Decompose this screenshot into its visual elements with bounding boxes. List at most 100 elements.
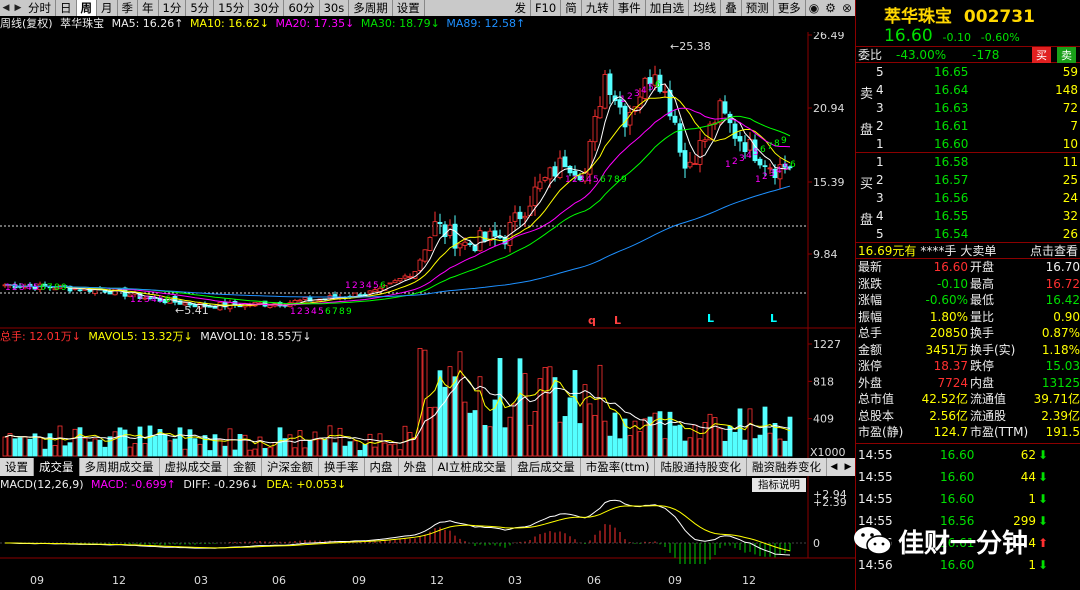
candle: [512, 212, 518, 222]
tab-left-icon[interactable]: ◀: [827, 458, 841, 476]
volume-bar: [342, 445, 348, 457]
bid-row-2[interactable]: 2 16.57 25: [856, 171, 1080, 189]
indicator-tab-0[interactable]: 设置: [0, 458, 34, 476]
seq-label: 8: [339, 307, 345, 317]
volume-bar: [222, 445, 228, 457]
candle: [682, 150, 688, 169]
ask-row-2[interactable]: 2 16.61 7: [856, 117, 1080, 135]
eye-icon[interactable]: ◉: [806, 1, 822, 15]
ma30-label: MA30: 18.79↓: [360, 17, 440, 30]
tool-btn-6[interactable]: 均线: [689, 0, 722, 16]
bid-row-5[interactable]: 5 16.54 26: [856, 225, 1080, 243]
volume-bar: [787, 416, 793, 457]
period-btn-10[interactable]: 60分: [284, 0, 320, 16]
volume-bar: [437, 370, 443, 457]
volume-bar: [377, 433, 383, 457]
tool-btn-9[interactable]: 更多: [774, 0, 806, 16]
period-btn-8[interactable]: 15分: [214, 0, 250, 16]
tool-btn-2[interactable]: 简: [561, 0, 582, 16]
seq-label: 5: [158, 295, 164, 305]
volume-bar: [52, 445, 58, 457]
period-btn-1[interactable]: 日: [56, 0, 77, 16]
buy-button[interactable]: 买: [1032, 46, 1051, 63]
watermark: 佳财一分钟: [852, 520, 1057, 562]
period-btn-0[interactable]: 分时: [24, 0, 56, 16]
time-tick: 12: [112, 574, 126, 587]
volume-bar: [302, 447, 308, 457]
tool-btn-0[interactable]: 发: [510, 0, 531, 16]
volume-bar: [562, 416, 568, 457]
seq-label: 1: [620, 95, 626, 105]
volume-bar: [612, 412, 618, 457]
candle: [212, 306, 218, 309]
period-btn-12[interactable]: 多周期: [349, 0, 393, 16]
arrow-down-icon: ⬇: [1037, 491, 1048, 506]
indicator-tab-9[interactable]: AI立桩成交量: [433, 458, 513, 476]
tool-btn-1[interactable]: F10: [531, 0, 562, 16]
period-btn-5[interactable]: 年: [138, 0, 159, 16]
candle: [292, 300, 298, 304]
bid-row-3[interactable]: 3 16.56 24: [856, 189, 1080, 207]
stat-row: 涨幅 -0.60% 最低 16.42: [858, 293, 1080, 307]
period-btn-6[interactable]: 1分: [159, 0, 187, 16]
indicator-tab-6[interactable]: 换手率: [319, 458, 365, 476]
volume-bar: [262, 448, 268, 457]
volume-bar: [107, 436, 113, 457]
period-btn-11[interactable]: 30s: [320, 0, 350, 16]
indicator-tab-12[interactable]: 陆股通持股变化: [655, 458, 747, 476]
scroll-left-icon[interactable]: ◀: [0, 3, 12, 13]
kline-chart[interactable]: 26.4920.9415.399.84←25.38←5.411 2 3 4 5 6 7 8 91…: [0, 32, 855, 590]
ask-row-3[interactable]: 3 16.63 72: [856, 99, 1080, 117]
period-btn-9[interactable]: 30分: [249, 0, 285, 16]
tool-btn-4[interactable]: 事件: [614, 0, 646, 16]
indicator-tab-7[interactable]: 内盘: [365, 458, 399, 476]
volume-bar: [752, 438, 758, 457]
ask-row-5[interactable]: 5 16.65 59: [856, 63, 1080, 81]
indicator-tab-4[interactable]: 金额: [228, 458, 262, 476]
volume-bar: [337, 427, 343, 457]
marker: q: [588, 314, 596, 327]
tool-btn-8[interactable]: 预测: [742, 0, 774, 16]
period-btn-7[interactable]: 5分: [186, 0, 215, 16]
bid-row-4[interactable]: 4 16.55 32: [856, 207, 1080, 225]
indicator-tab-3[interactable]: 虚拟成交量: [160, 458, 228, 476]
volume-bar: [527, 424, 533, 457]
indicator-tab-5[interactable]: 沪深金额: [262, 458, 319, 476]
sell-button[interactable]: 卖: [1057, 46, 1076, 63]
candle: [662, 91, 668, 93]
tool-btn-5[interactable]: 加自选: [646, 0, 690, 16]
volume-bar: [582, 384, 588, 457]
seq-label: 5: [783, 163, 789, 173]
period-btn-3[interactable]: 月: [97, 0, 118, 16]
volume-bar: [597, 364, 603, 457]
time-tick: 09: [352, 574, 366, 587]
candle: [602, 74, 608, 109]
vol-tick: 1227: [813, 338, 841, 351]
indicator-tab-1[interactable]: 成交量: [34, 458, 80, 476]
indicator-tab-2[interactable]: 多周期成交量: [80, 458, 160, 476]
bid-row-1[interactable]: 1 16.58 11: [856, 153, 1080, 171]
period-btn-2[interactable]: 周: [76, 0, 97, 16]
indicator-tab-8[interactable]: 外盘: [399, 458, 433, 476]
tab-right-icon[interactable]: ▶: [841, 458, 855, 476]
indicator-tab-11[interactable]: 市盈率(ttm): [581, 458, 656, 476]
volume-bar: [102, 446, 108, 457]
period-label: 周线(复权): [0, 17, 53, 30]
period-btn-13[interactable]: 设置: [393, 0, 425, 16]
gear-icon[interactable]: ⚙: [822, 1, 839, 15]
close-icon[interactable]: ⊗: [839, 1, 855, 15]
candle: [467, 243, 473, 245]
tool-btn-7[interactable]: 叠: [721, 0, 742, 16]
ask-row-4[interactable]: 4 16.64 148: [856, 81, 1080, 99]
tool-btn-3[interactable]: 九转: [582, 0, 614, 16]
scroll-right-icon[interactable]: ▶: [12, 3, 24, 13]
indicator-help-button[interactable]: 指标说明: [752, 478, 806, 492]
indicator-tab-13[interactable]: 融资融券变化: [747, 458, 827, 476]
ask-row-1[interactable]: 1 16.60 10: [856, 135, 1080, 153]
seq-label: 7: [332, 307, 338, 317]
volume-bar: [242, 434, 248, 457]
volume-bar: [572, 370, 578, 457]
indicator-tab-10[interactable]: 盘后成交量: [512, 458, 581, 476]
period-btn-4[interactable]: 季: [118, 0, 138, 16]
big-order-link[interactable]: 点击查看: [1030, 243, 1078, 258]
